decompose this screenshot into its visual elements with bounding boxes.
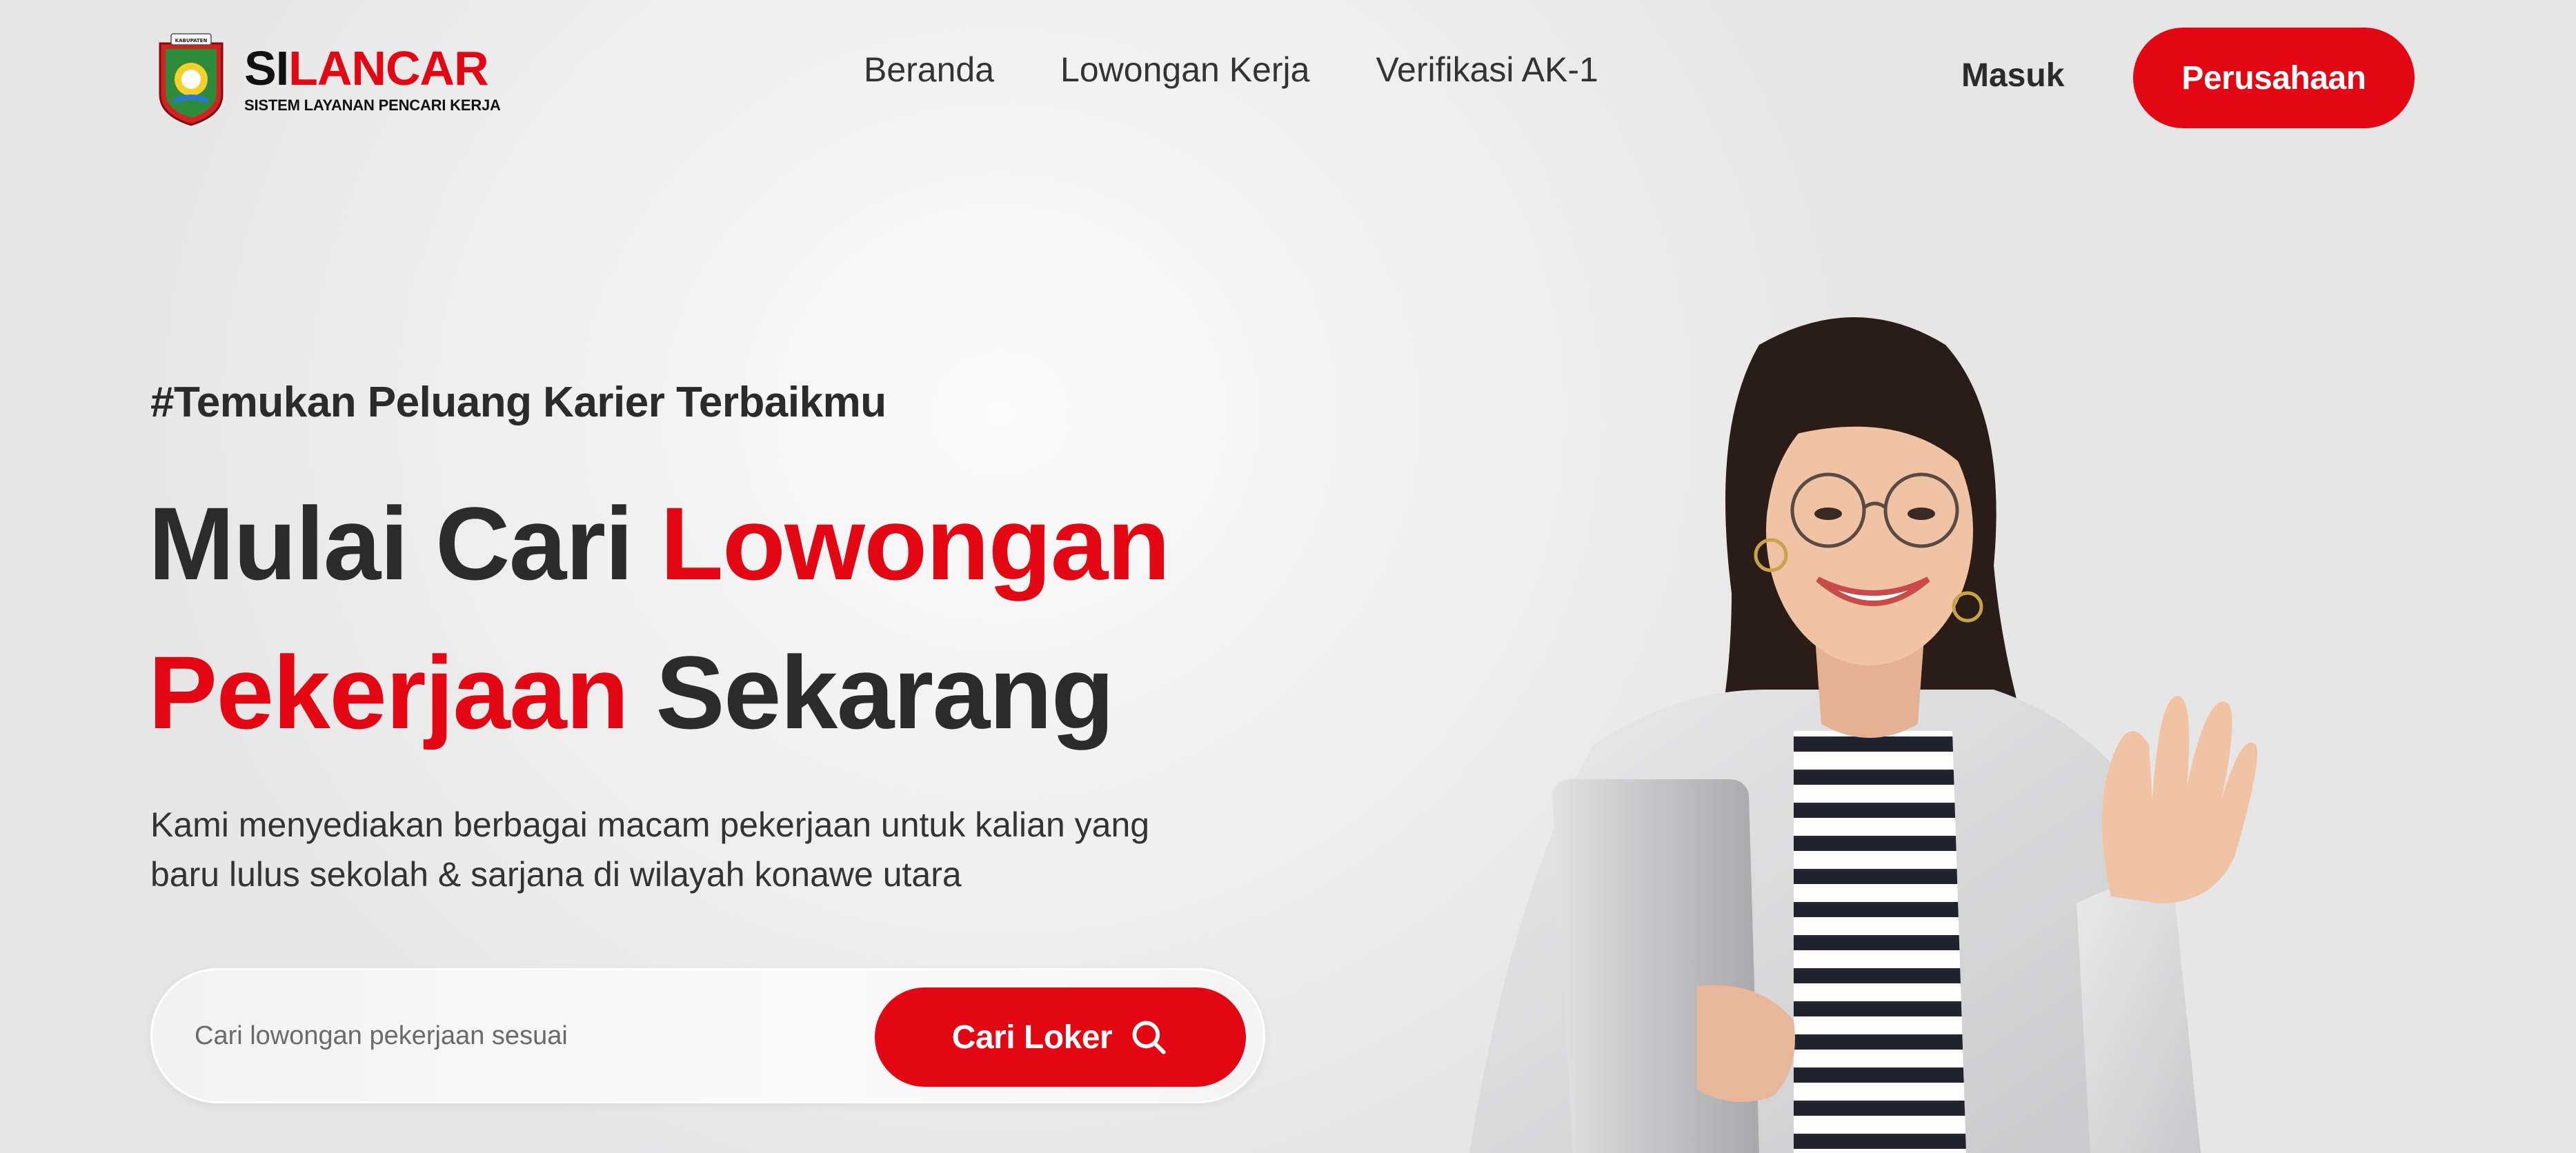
nav-item-beranda[interactable]: Beranda — [864, 52, 994, 87]
job-search-form: Cari Loker — [150, 968, 1265, 1103]
headline-text-mulai-cari: Mulai Cari — [148, 485, 660, 601]
search-icon — [1132, 1021, 1166, 1054]
company-button[interactable]: Perusahaan — [2133, 28, 2415, 128]
brand-title: SILANCAR — [244, 44, 501, 92]
nav-item-lowongan-kerja[interactable]: Lowongan Kerja — [1060, 52, 1309, 87]
job-search-input[interactable] — [195, 1001, 871, 1070]
login-link[interactable]: Masuk — [1961, 59, 2064, 92]
headline-text-pekerjaan: Pekerjaan — [148, 634, 629, 750]
main-nav: Beranda Lowongan Kerja Verifikasi AK-1 — [864, 52, 1598, 87]
search-jobs-button[interactable]: Cari Loker — [875, 987, 1246, 1087]
brand-logo[interactable]: KABUPATEN SILANCAR SISTEM LAYANAN PENCAR… — [153, 28, 501, 131]
brand-text: SILANCAR SISTEM LAYANAN PENCARI KERJA — [244, 44, 501, 114]
headline-text-sekarang: Sekarang — [628, 634, 1115, 750]
brand-title-part2: LANCAR — [288, 41, 489, 95]
hero-headline: Mulai Cari Lowongan Pekerjaan Sekarang — [148, 469, 1170, 767]
site-header: KABUPATEN SILANCAR SISTEM LAYANAN PENCAR… — [0, 0, 2576, 159]
search-button-label: Cari Loker — [951, 1019, 1113, 1056]
svg-text:KABUPATEN: KABUPATEN — [175, 38, 208, 43]
hero-description: Kami menyediakan berbagai macam pekerjaa… — [150, 805, 1150, 894]
hero-woman-image — [1469, 317, 2257, 1153]
hero-tagline: #Temukan Peluang Karier Terbaikmu — [150, 379, 886, 426]
headline-line-1: Mulai Cari Lowongan — [148, 469, 1170, 618]
headline-line-2: Pekerjaan Sekarang — [148, 618, 1169, 767]
regency-emblem-icon: KABUPATEN — [159, 33, 224, 126]
brand-subtitle: SISTEM LAYANAN PENCARI KERJA — [244, 97, 501, 114]
brand-title-part1: SI — [244, 41, 289, 95]
nav-item-verifikasi-ak1[interactable]: Verifikasi AK-1 — [1376, 52, 1598, 87]
headline-text-lowongan: Lowongan — [660, 485, 1170, 601]
